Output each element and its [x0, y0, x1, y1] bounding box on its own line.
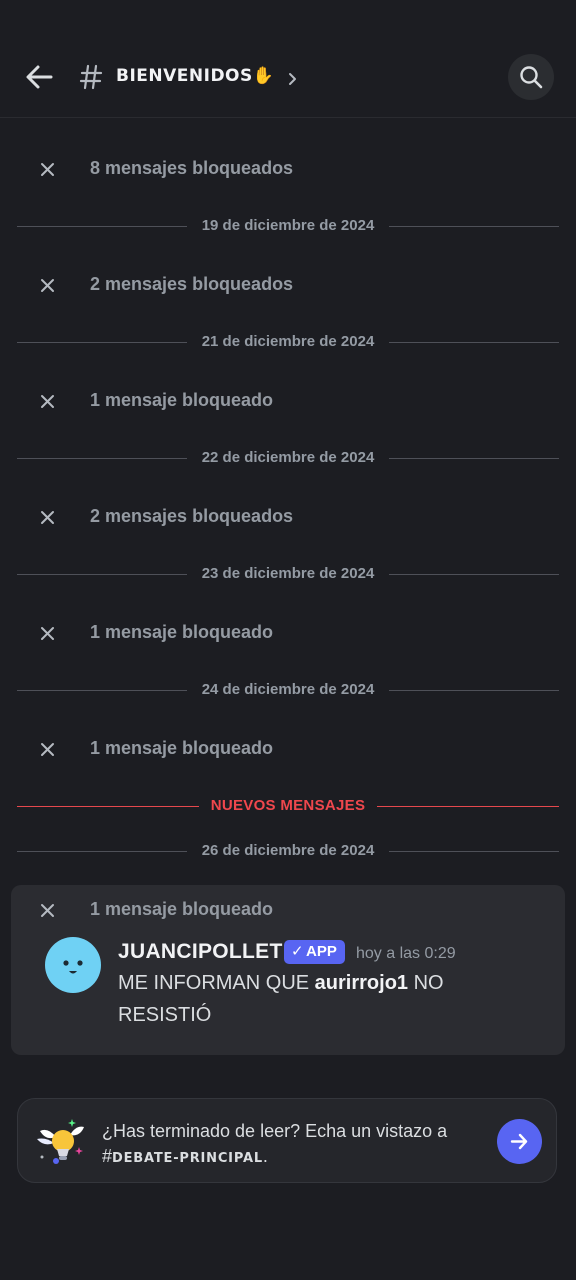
blocked-messages-row[interactable]: 2 mensajes bloqueados: [0, 497, 576, 537]
channel-header: BIENVENIDOS✋: [0, 0, 576, 118]
new-messages-divider: NUEVOS MENSAJES: [17, 796, 559, 816]
blocked-messages-row[interactable]: 8 mensajes bloqueados: [0, 149, 576, 189]
date-label: 23 de diciembre de 2024: [201, 565, 375, 582]
banner-period: .: [262, 1146, 268, 1166]
date-divider: 24 de diciembre de 2024: [17, 680, 559, 700]
blocked-messages-label: 8 mensajes bloqueados: [90, 158, 294, 178]
user-mention[interactable]: aurirrojo1: [315, 972, 408, 994]
close-icon[interactable]: [39, 509, 56, 526]
blocked-messages-row[interactable]: 1 mensaje bloqueado: [0, 613, 576, 653]
blocked-messages-label: 1 mensaje bloqueado: [90, 899, 274, 919]
date-label: 22 de diciembre de 2024: [201, 449, 375, 466]
date-divider: 23 de diciembre de 2024: [17, 564, 559, 584]
date-divider: 26 de diciembre de 2024: [17, 841, 559, 861]
date-divider: 22 de diciembre de 2024: [17, 448, 559, 468]
date-label: 24 de diciembre de 2024: [201, 681, 375, 698]
winged-lightbulb-icon: [37, 1119, 84, 1164]
banner-text: ¿Has terminado de leer? Echa un vistazo …: [102, 1121, 448, 1141]
blocked-messages-row[interactable]: 2 mensajes bloqueados: [0, 265, 576, 305]
banner-hash: #: [102, 1146, 113, 1166]
message-text-part: ME INFORMAN QUE: [118, 972, 315, 994]
blocked-messages-row[interactable]: 1 mensaje bloqueado: [0, 729, 576, 769]
banner-channel-link[interactable]: DEBATE-PRINCIPAL: [112, 1151, 263, 1166]
message-author[interactable]: JUANCIPOLLET: [118, 940, 283, 964]
blocked-messages-row[interactable]: 1 mensaje bloqueado: [0, 890, 576, 930]
smiley-face-icon: [63, 960, 83, 974]
verified-check-icon: ✓: [291, 943, 304, 960]
date-label: 26 de diciembre de 2024: [201, 842, 375, 859]
chevron-right-icon[interactable]: [287, 72, 299, 86]
close-icon[interactable]: [39, 393, 56, 410]
channel-hash-icon: [79, 64, 103, 90]
date-divider: 21 de diciembre de 2024: [17, 332, 559, 352]
back-arrow-icon[interactable]: [22, 60, 56, 94]
blocked-messages-label: 1 mensaje bloqueado: [90, 738, 274, 758]
search-icon: [520, 66, 543, 89]
app-badge: ✓ APP: [284, 940, 345, 964]
date-label: 19 de diciembre de 2024: [201, 217, 375, 234]
arrow-right-icon: [510, 1133, 528, 1150]
close-icon[interactable]: [39, 902, 56, 919]
blocked-messages-row[interactable]: 1 mensaje bloqueado: [0, 381, 576, 421]
close-icon[interactable]: [39, 161, 56, 178]
app-badge-label: APP: [306, 943, 337, 960]
new-messages-label: NUEVOS MENSAJES: [210, 797, 366, 814]
go-to-channel-button[interactable]: [497, 1119, 542, 1164]
blocked-messages-label: 1 mensaje bloqueado: [90, 622, 274, 642]
banner-channel-line: #DEBATE-PRINCIPAL.: [102, 1146, 268, 1167]
message-text: ME INFORMAN QUE aurirrojo1 NO: [118, 972, 444, 995]
blocked-messages-label: 2 mensajes bloqueados: [90, 274, 294, 294]
avatar[interactable]: [45, 937, 101, 993]
close-icon[interactable]: [39, 625, 56, 642]
search-button[interactable]: [508, 54, 554, 100]
message-text-part: NO: [408, 972, 444, 994]
channel-title[interactable]: BIENVENIDOS✋: [116, 66, 274, 86]
message-timestamp: hoy a las 0:29: [356, 945, 456, 962]
close-icon[interactable]: [39, 277, 56, 294]
date-label: 21 de diciembre de 2024: [201, 333, 375, 350]
message-text-line2: RESISTIÓ: [118, 1004, 212, 1026]
close-icon[interactable]: [39, 741, 56, 758]
date-divider: 19 de diciembre de 2024: [17, 216, 559, 236]
blocked-messages-label: 2 mensajes bloqueados: [90, 506, 294, 526]
blocked-messages-label: 1 mensaje bloqueado: [90, 390, 274, 410]
